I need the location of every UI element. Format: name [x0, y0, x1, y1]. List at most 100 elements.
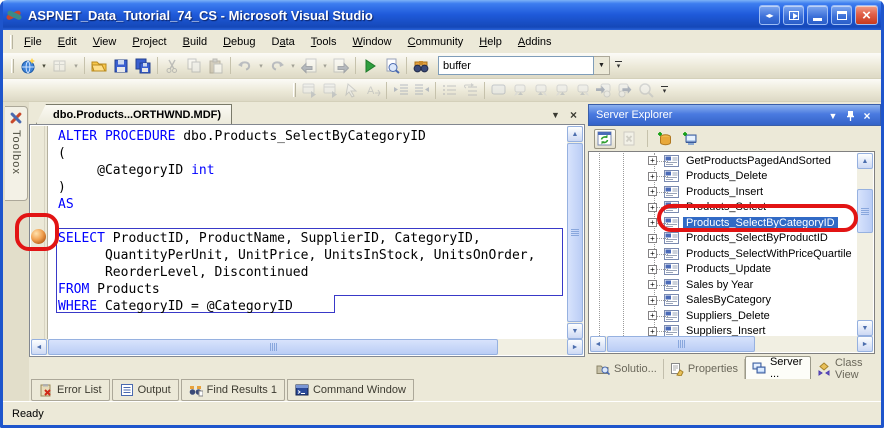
- tree-vertical-scrollbar[interactable]: ▲ ▼: [857, 153, 873, 336]
- tab-properties[interactable]: Properties: [664, 359, 745, 379]
- rectangle-tool-button[interactable]: [488, 80, 509, 100]
- send-to-back-button[interactable]: [551, 80, 572, 100]
- menu-window[interactable]: Window: [344, 32, 399, 52]
- save-all-button[interactable]: [132, 55, 154, 77]
- open-file-button[interactable]: [88, 55, 110, 77]
- search-dropdown-button[interactable]: ▼: [594, 56, 610, 75]
- server-explorer-title-bar[interactable]: Server Explorer ▼ ×: [588, 104, 881, 126]
- show-grid-pane-button[interactable]: [320, 80, 341, 100]
- bring-to-front-button[interactable]: [572, 80, 593, 100]
- menu-view[interactable]: View: [85, 32, 125, 52]
- expand-icon[interactable]: +: [648, 203, 657, 212]
- toolbox-tab[interactable]: Toolbox: [5, 106, 28, 201]
- new-website-button-dropdown[interactable]: ▾: [39, 62, 49, 70]
- document-tab[interactable]: dbo.Products...ORTHWND.MDF): [36, 104, 232, 124]
- scroll-thumb[interactable]: [857, 189, 873, 233]
- scroll-up-button[interactable]: ▲: [567, 126, 583, 142]
- menu-debug[interactable]: Debug: [215, 32, 263, 52]
- add-new-item-button-dropdown[interactable]: ▾: [71, 62, 81, 70]
- scroll-down-button[interactable]: ▼: [857, 320, 873, 336]
- pointer-tool-button[interactable]: [341, 80, 362, 100]
- menu-grip[interactable]: [10, 35, 13, 49]
- expand-icon[interactable]: +: [648, 280, 657, 289]
- tree-item-Products_SelectByCategoryID[interactable]: +Products_SelectByCategoryID: [590, 215, 857, 231]
- add-new-item-button[interactable]: [49, 55, 71, 77]
- expand-icon[interactable]: +: [648, 218, 657, 227]
- title-bar[interactable]: ASPNET_Data_Tutorial_74_CS - Microsoft V…: [0, 0, 884, 30]
- tab-output[interactable]: Output: [112, 379, 179, 401]
- tree-item-SalesByCategory[interactable]: +SalesByCategory: [590, 293, 857, 309]
- expand-icon[interactable]: +: [648, 156, 657, 165]
- start-debugging-button[interactable]: [359, 55, 381, 77]
- tree-item-Products_SelectWithPriceQuartile[interactable]: +Products_SelectWithPriceQuartile: [590, 246, 857, 262]
- undo-button[interactable]: [234, 55, 256, 77]
- minimize-button[interactable]: [807, 5, 828, 25]
- tab-error-list[interactable]: Error List: [31, 379, 110, 401]
- scroll-thumb[interactable]: [607, 336, 755, 352]
- expand-icon[interactable]: +: [648, 296, 657, 305]
- editor-horizontal-scrollbar[interactable]: ◄ ►: [31, 339, 583, 355]
- tree-item-Products_Update[interactable]: +Products_Update: [590, 262, 857, 278]
- text-tool-button[interactable]: A: [362, 80, 383, 100]
- navigate-backward-button-dropdown[interactable]: ▾: [320, 62, 330, 70]
- tab-command-window[interactable]: Command Window: [287, 379, 414, 401]
- sql-code[interactable]: ALTER PROCEDURE dbo.Products_SelectByCat…: [58, 128, 535, 315]
- scroll-thumb[interactable]: [48, 339, 498, 355]
- navigate-backward-button[interactable]: [298, 55, 320, 77]
- expand-icon[interactable]: +: [648, 234, 657, 243]
- menu-addins[interactable]: Addins: [510, 32, 560, 52]
- scroll-right-button[interactable]: ►: [857, 336, 873, 352]
- tree-item-GetProductsPagedAndSorted[interactable]: +GetProductsPagedAndSorted: [590, 153, 857, 169]
- connect-server-button[interactable]: [679, 129, 701, 149]
- expand-icon[interactable]: +: [648, 265, 657, 274]
- expand-icon[interactable]: +: [648, 172, 657, 181]
- close-panel-icon[interactable]: ×: [860, 109, 874, 123]
- redo-button[interactable]: [266, 55, 288, 77]
- menu-help[interactable]: Help: [471, 32, 510, 52]
- new-website-button[interactable]: [17, 55, 39, 77]
- scroll-down-button[interactable]: ▼: [567, 323, 583, 339]
- numbered-list-button[interactable]: [460, 80, 481, 100]
- copy-button[interactable]: [183, 55, 205, 77]
- import-shape-button[interactable]: [593, 80, 614, 100]
- send-backward-button[interactable]: [509, 80, 530, 100]
- bulleted-list-button[interactable]: [439, 80, 460, 100]
- refresh-button[interactable]: [594, 129, 616, 149]
- redo-button-dropdown[interactable]: ▾: [288, 62, 298, 70]
- tab-class-view[interactable]: Class View: [811, 359, 884, 379]
- menu-edit[interactable]: Edit: [50, 32, 85, 52]
- tab-solution-explorer[interactable]: Solutio...: [590, 359, 664, 379]
- scroll-left-button[interactable]: ◄: [31, 339, 47, 355]
- save-button[interactable]: [110, 55, 132, 77]
- menu-community[interactable]: Community: [400, 32, 472, 52]
- show-diagram-pane-button[interactable]: [299, 80, 320, 100]
- scroll-left-button[interactable]: ◄: [590, 336, 606, 352]
- zoom-shape-button[interactable]: [635, 80, 656, 100]
- document-list-dropdown-button[interactable]: ▼: [548, 107, 563, 122]
- menu-project[interactable]: Project: [124, 32, 174, 52]
- close-button[interactable]: ×: [855, 5, 878, 25]
- menu-tools[interactable]: Tools: [303, 32, 345, 52]
- expand-icon[interactable]: +: [648, 187, 657, 196]
- toolbar-grip[interactable]: [11, 59, 14, 73]
- search-input[interactable]: [438, 56, 594, 75]
- pan-window-button[interactable]: ◂▸: [759, 5, 780, 25]
- pin-icon[interactable]: [843, 109, 857, 123]
- cut-button[interactable]: [161, 55, 183, 77]
- decrease-indent-button[interactable]: [390, 80, 411, 100]
- connect-database-button[interactable]: [654, 129, 676, 149]
- tree-item-Suppliers_Insert[interactable]: +Suppliers_Insert: [590, 324, 857, 337]
- tree-item-Products_Delete[interactable]: +Products_Delete: [590, 169, 857, 185]
- menu-build[interactable]: Build: [175, 32, 215, 52]
- tree-horizontal-scrollbar[interactable]: ◄ ►: [590, 336, 873, 352]
- sql-editor[interactable]: ALTER PROCEDURE dbo.Products_SelectByCat…: [29, 124, 585, 357]
- editor-vertical-scrollbar[interactable]: ▲ ▼: [567, 126, 583, 339]
- toolbar-overflow-button[interactable]: ▾: [615, 61, 622, 70]
- server-explorer-tree[interactable]: +GetProductsPagedAndSorted+Products_Dele…: [588, 151, 875, 354]
- increase-indent-button[interactable]: [411, 80, 432, 100]
- menu-file[interactable]: File: [16, 32, 50, 52]
- maximize-button[interactable]: [831, 5, 852, 25]
- navigate-forward-button[interactable]: [330, 55, 352, 77]
- window-menu-icon[interactable]: ▼: [826, 109, 840, 123]
- menu-data[interactable]: Data: [264, 32, 303, 52]
